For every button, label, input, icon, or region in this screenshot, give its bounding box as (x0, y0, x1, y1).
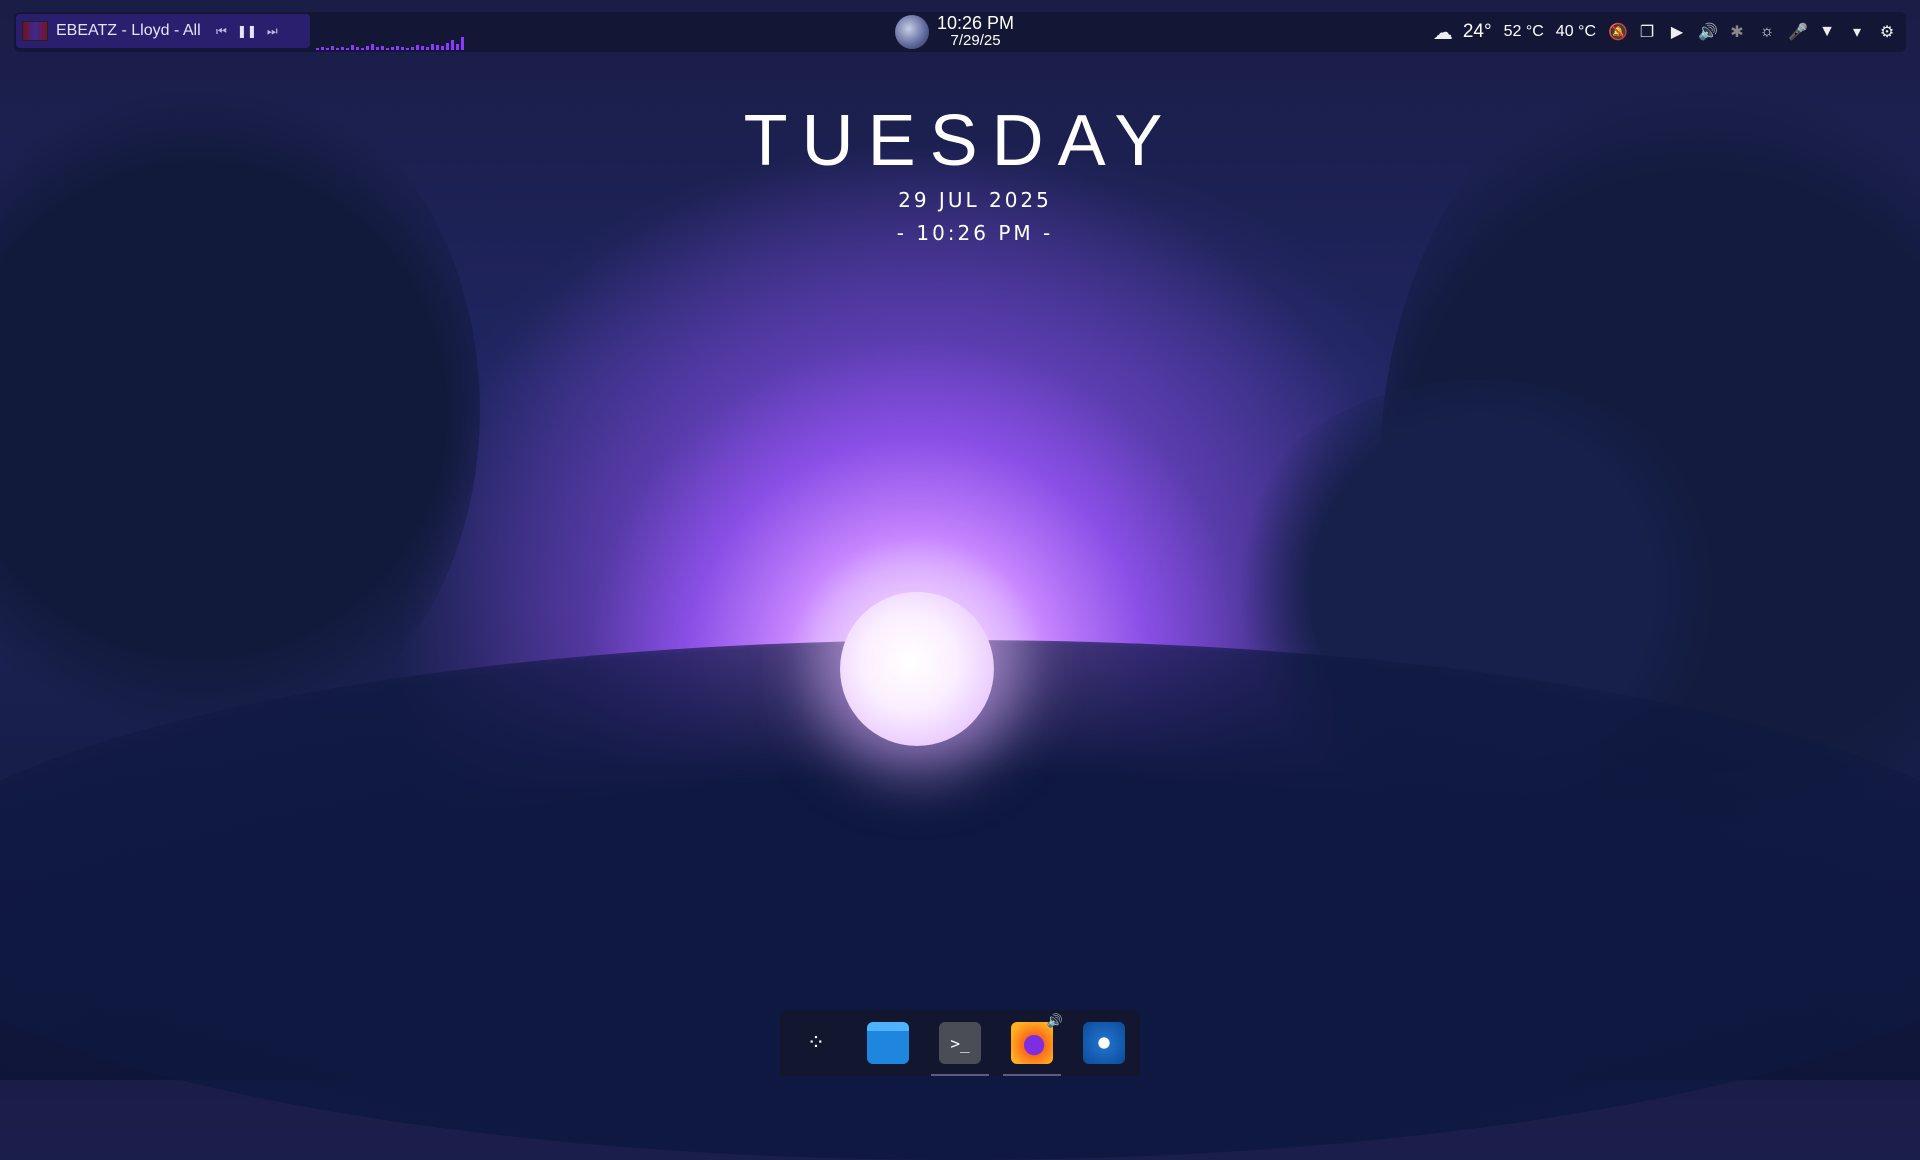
skip-forward-icon[interactable]: ⏭ (267, 24, 278, 39)
clock-widget[interactable]: 10:26 PM 7/29/25 (895, 12, 1014, 52)
clipboard-icon[interactable]: ❐ (1638, 22, 1656, 42)
clock-date: 7/29/25 (950, 32, 1001, 49)
audio-visualizer (316, 34, 464, 50)
clock-time: 10:26 PM (937, 13, 1015, 33)
album-art (22, 21, 48, 41)
chevron-down-icon[interactable]: ▾ (1848, 22, 1866, 42)
skip-back-icon[interactable]: ⏮ (216, 24, 227, 39)
pause-icon[interactable]: ❚❚ (237, 24, 257, 38)
media-play-icon[interactable]: ▶ (1668, 22, 1686, 42)
cloud-icon[interactable]: ☁ (1433, 20, 1453, 45)
audio-playing-icon: 🔊 (1046, 1014, 1063, 1029)
wifi-icon[interactable]: ▼ (1818, 23, 1836, 41)
system-tray: ☁ 24° 52 °C 40 °C 🔕 ❐ ▶ 🔊 ✱ ☼ 🎤 ▼ ▾ ⚙ (1433, 12, 1896, 52)
volume-icon[interactable]: 🔊 (1698, 22, 1718, 42)
bluetooth-icon[interactable]: ✱ (1728, 22, 1746, 42)
avatar[interactable] (895, 15, 929, 49)
dock: ⁘ >_ 🔊 (780, 1010, 1140, 1076)
terminal-icon[interactable]: >_ (931, 1022, 989, 1076)
media-player-widget[interactable]: EBEATZ - Lloyd - All I ⏮ ❚❚ ⏭ (16, 14, 310, 48)
notifications-off-icon[interactable]: 🔕 (1608, 22, 1628, 42)
gpu-temperature[interactable]: 40 °C (1556, 23, 1596, 41)
microphone-icon[interactable]: 🎤 (1788, 22, 1808, 42)
moon (840, 592, 994, 746)
steam-icon[interactable] (1083, 1022, 1125, 1064)
cpu-temperature[interactable]: 52 °C (1504, 23, 1544, 41)
day-of-week: TUESDAY (743, 101, 1177, 181)
widget-time: - 10:26 PM - (896, 221, 1054, 245)
widget-date: 29 JUL 2025 (898, 188, 1052, 212)
settings-icon[interactable]: ⚙ (1878, 22, 1896, 42)
track-title[interactable]: EBEATZ - Lloyd - All I (56, 22, 206, 40)
application-launcher-icon[interactable]: ⁘ (795, 1022, 837, 1064)
firefox-icon[interactable]: 🔊 (1003, 1014, 1063, 1076)
brightness-icon[interactable]: ☼ (1758, 23, 1776, 41)
outside-temperature[interactable]: 24° (1463, 21, 1492, 43)
file-manager-icon[interactable] (867, 1022, 909, 1064)
